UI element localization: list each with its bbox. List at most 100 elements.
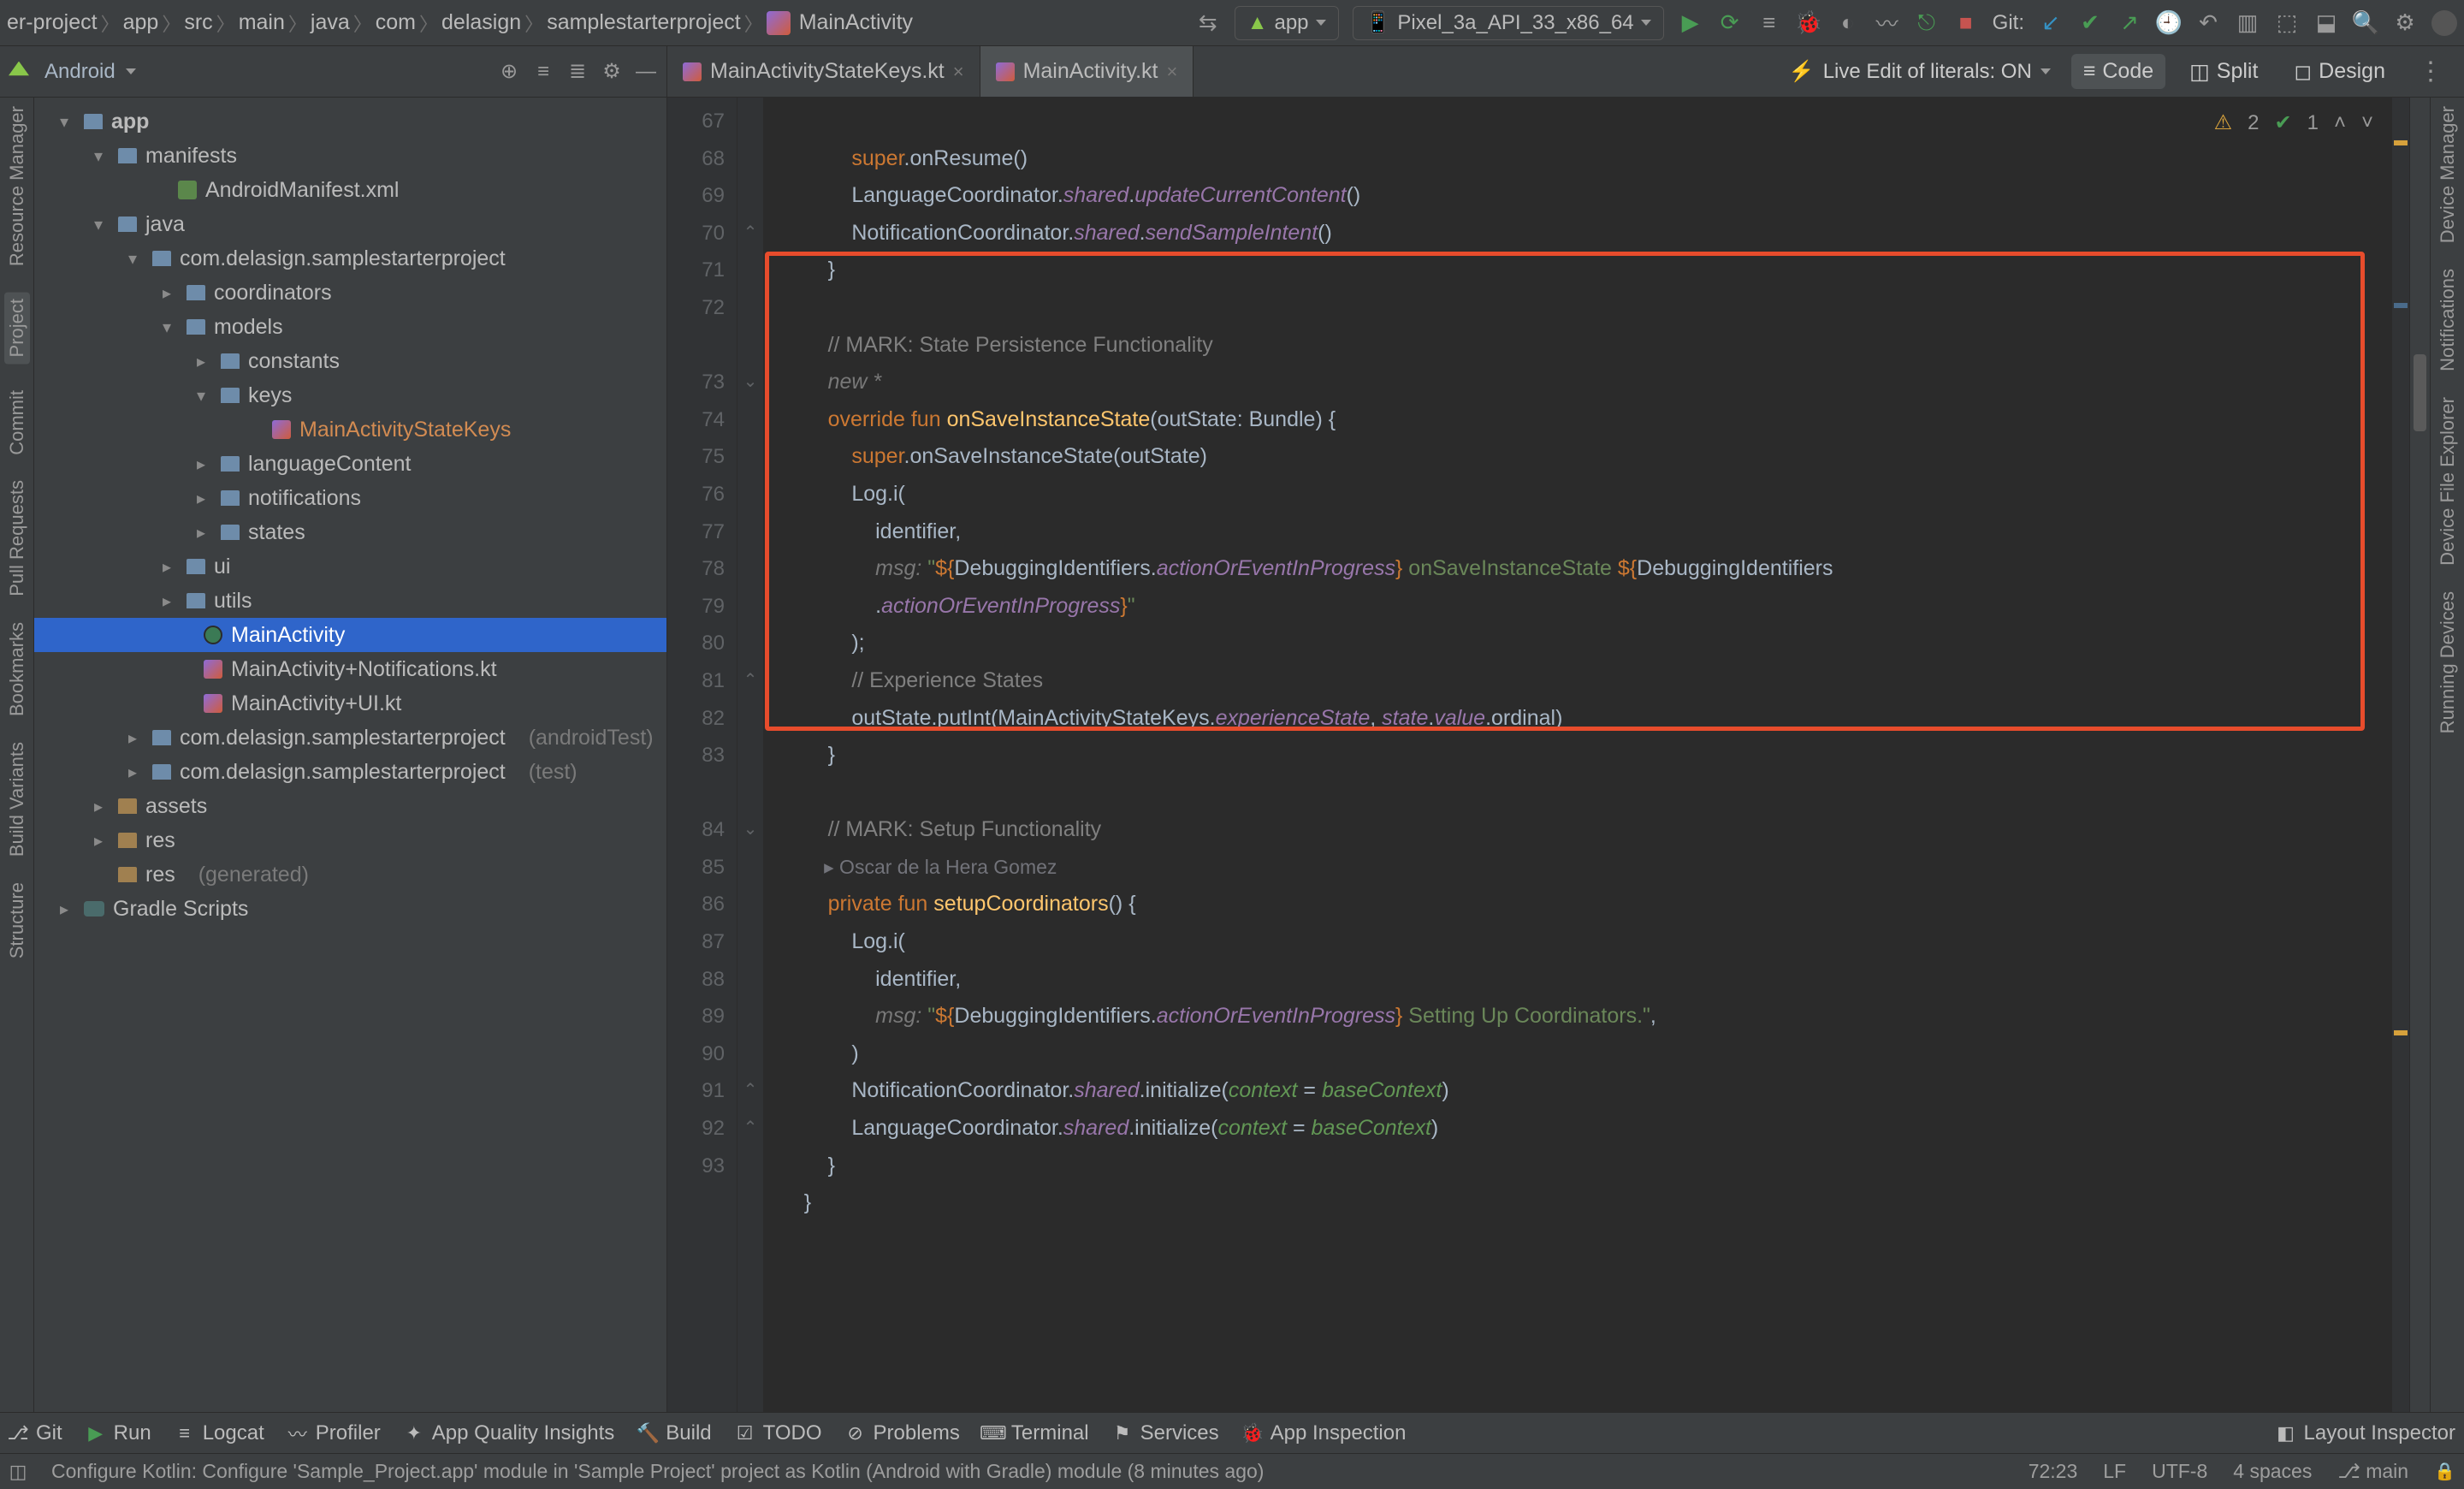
tree-node[interactable]: MainActivity+UI.kt (231, 691, 401, 716)
scrollbar-thumb[interactable] (2414, 354, 2426, 431)
rail-notifications[interactable]: Notifications (2437, 269, 2459, 371)
apply-changes-icon[interactable]: ⟳ (1717, 10, 1743, 36)
tree-node[interactable]: constants (248, 349, 340, 374)
close-icon[interactable]: × (1166, 61, 1177, 83)
expand-icon[interactable]: ≡ (531, 60, 555, 84)
tree-node[interactable]: assets (145, 794, 207, 819)
project-tree[interactable]: ▾app ▾manifests AndroidManifest.xml ▾jav… (34, 98, 667, 1412)
tool-app-inspection[interactable]: 🐞App Inspection (1243, 1421, 1407, 1445)
coverage-icon[interactable]: ◐ (1835, 10, 1861, 36)
view-mode-split[interactable]: ◫Split (2177, 54, 2270, 90)
tool-profiler[interactable]: 〰Profiler (288, 1421, 381, 1445)
tree-node[interactable]: MainActivity+Notifications.kt (231, 657, 497, 682)
stop-icon[interactable]: ■ (1953, 10, 1979, 36)
tree-node[interactable]: java (145, 212, 185, 237)
lock-icon[interactable]: 🔒 (2434, 1461, 2455, 1482)
crumb[interactable]: delasign (441, 10, 521, 35)
device-selector[interactable]: 📱Pixel_3a_API_33_x86_64 (1353, 6, 1664, 40)
rail-pull-requests[interactable]: Pull Requests (6, 480, 28, 596)
tree-node[interactable]: manifests (145, 144, 237, 169)
tool-todo[interactable]: ☑TODO (736, 1421, 822, 1445)
tree-node[interactable]: utils (214, 589, 252, 614)
rail-device-file-explorer[interactable]: Device File Explorer (2437, 397, 2459, 566)
rail-running-devices[interactable]: Running Devices (2437, 591, 2459, 733)
rail-resource-manager[interactable]: Resource Manager (6, 106, 28, 266)
tree-node[interactable]: languageContent (248, 452, 411, 477)
rail-bookmarks[interactable]: Bookmarks (6, 622, 28, 716)
crumb[interactable]: src (184, 10, 212, 35)
line-separator[interactable]: LF (2103, 1460, 2126, 1483)
rail-device-manager[interactable]: Device Manager (2437, 106, 2459, 243)
tool-logcat[interactable]: ≡Logcat (175, 1421, 264, 1445)
error-stripe[interactable] (2392, 98, 2409, 1412)
caret-position[interactable]: 72:23 (2029, 1460, 2078, 1483)
tree-node[interactable]: res (145, 828, 175, 853)
tool-problems[interactable]: ⊘Problems (846, 1421, 960, 1445)
tree-node[interactable]: models (214, 315, 283, 340)
tool-build[interactable]: 🔨Build (638, 1421, 711, 1445)
code-editor[interactable]: 6768697071727374757677787980818283848586… (667, 98, 2430, 1412)
rail-structure[interactable]: Structure (6, 882, 28, 958)
more-icon[interactable]: ⋮ (2409, 56, 2452, 86)
fold-column[interactable]: ⌃ ⌄ ⌃ ⌄ ⌃⌃ (737, 98, 763, 1412)
tool-services[interactable]: ⚑Services (1113, 1421, 1219, 1445)
tree-node[interactable]: com.delasign.samplestarterproject (180, 246, 506, 271)
sync-icon[interactable]: ⇆ (1195, 10, 1221, 36)
run-configuration-selector[interactable]: ▲app (1235, 6, 1339, 40)
target-icon[interactable]: ⊕ (497, 60, 521, 84)
tree-node[interactable]: Gradle Scripts (113, 897, 248, 922)
sdk-icon[interactable]: ⬚ (2274, 10, 2300, 36)
tool-run[interactable]: ▶Run (86, 1421, 151, 1445)
profile-icon[interactable]: 〰 (1875, 10, 1900, 36)
avd-icon[interactable]: ▥ (2235, 10, 2260, 36)
tree-node[interactable]: notifications (248, 486, 361, 511)
tool-window-icon[interactable]: ◫ (9, 1462, 27, 1481)
rail-commit[interactable]: Commit (6, 390, 28, 455)
tree-node[interactable]: coordinators (214, 281, 332, 306)
tree-node[interactable]: AndroidManifest.xml (205, 178, 399, 203)
git-push-icon[interactable]: ↗ (2117, 10, 2142, 36)
user-icon[interactable] (2431, 10, 2457, 36)
rail-build-variants[interactable]: Build Variants (6, 742, 28, 857)
tree-node[interactable]: ui (214, 555, 230, 579)
crumb[interactable]: java (311, 10, 350, 35)
tree-node[interactable]: com.delasign.samplestarterproject (180, 726, 506, 750)
resource-icon[interactable]: ⬓ (2313, 10, 2339, 36)
view-mode-code[interactable]: ≡Code (2071, 54, 2165, 89)
crumb[interactable]: main (239, 10, 285, 35)
crumb[interactable]: samplestarterproject (547, 10, 740, 35)
project-view-selector[interactable]: Android (44, 60, 116, 84)
crumb[interactable]: er-project (7, 10, 98, 35)
file-encoding[interactable]: UTF-8 (2152, 1460, 2207, 1483)
gear-icon[interactable]: ⚙ (600, 60, 624, 84)
crumb[interactable]: app (123, 10, 159, 35)
editor-tab[interactable]: MainActivity.kt × (980, 46, 1194, 97)
tree-node[interactable]: MainActivityStateKeys (299, 418, 511, 442)
close-icon[interactable]: × (953, 61, 964, 83)
tool-layout-inspector[interactable]: ◧Layout Inspector (2277, 1421, 2455, 1445)
crumb[interactable]: MainActivity (799, 10, 913, 35)
rail-project[interactable]: Project (4, 292, 30, 364)
history-icon[interactable]: 🕘 (2156, 10, 2182, 36)
rollback-icon[interactable]: ↶ (2195, 10, 2221, 36)
apply-code-icon[interactable]: ≡ (1756, 10, 1782, 36)
hide-icon[interactable]: — (634, 60, 658, 84)
scrollbar[interactable] (2409, 98, 2430, 1412)
view-mode-design[interactable]: ◻Design (2282, 54, 2397, 90)
tree-node[interactable]: states (248, 520, 305, 545)
run-icon[interactable]: ▶ (1678, 10, 1703, 36)
tool-aqi[interactable]: ✦App Quality Insights (405, 1421, 614, 1445)
git-branch[interactable]: ⎇ main (2337, 1460, 2408, 1483)
tree-node[interactable]: com.delasign.samplestarterproject (180, 760, 506, 785)
tree-node[interactable]: keys (248, 383, 292, 408)
attach-debugger-icon[interactable]: ⎋ (1914, 10, 1940, 36)
git-update-icon[interactable]: ↙ (2038, 10, 2064, 36)
tree-node[interactable]: MainActivity (231, 623, 345, 648)
debug-icon[interactable]: 🐞 (1796, 10, 1821, 36)
editor-tab[interactable]: MainActivityStateKeys.kt × (667, 46, 980, 97)
tool-git[interactable]: ⎇Git (9, 1421, 62, 1445)
code-area[interactable]: super.onResume() LanguageCoordinator.sha… (763, 98, 2392, 1412)
git-commit-icon[interactable]: ✔ (2077, 10, 2103, 36)
indent-config[interactable]: 4 spaces (2233, 1460, 2312, 1483)
crumb[interactable]: com (376, 10, 416, 35)
